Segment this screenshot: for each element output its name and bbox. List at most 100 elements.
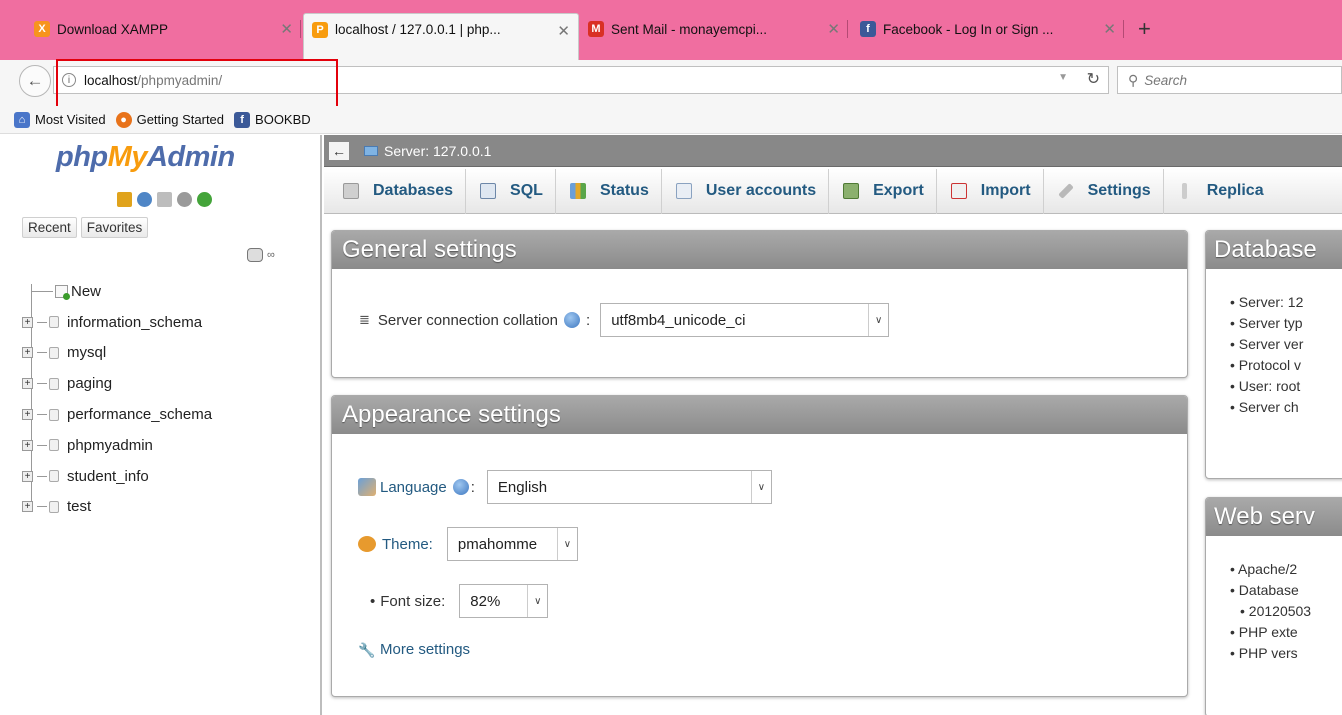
bookmark-bookbd[interactable]: f BOOKBD (234, 111, 311, 128)
home-icon[interactable] (117, 192, 132, 207)
search-placeholder: Search (1144, 72, 1188, 88)
logout-icon[interactable] (137, 192, 152, 207)
list-item: Server ch (1230, 397, 1303, 418)
database-tree: New + information_schema + mysql + pagin… (22, 276, 212, 522)
wrench-icon (1057, 183, 1074, 199)
link-icon[interactable]: ∞ (267, 249, 275, 261)
breadcrumb[interactable]: Server: 127.0.0.1 (364, 143, 491, 159)
more-settings-link[interactable]: More settings (380, 641, 470, 658)
tab-label: SQL (510, 182, 543, 199)
list-icon: ≣ (359, 312, 370, 327)
gear-icon[interactable] (177, 192, 192, 207)
phpmyadmin-logo[interactable]: phpMyAdmin (56, 141, 235, 174)
quick-icons (117, 192, 212, 207)
tab-facebook[interactable]: f Facebook - Log In or Sign ... ✕ (852, 14, 1124, 44)
collapse-all-icon[interactable] (247, 248, 263, 262)
bullet: • (370, 592, 376, 610)
database-icon (49, 346, 59, 359)
phpmyadmin-icon: P (312, 22, 328, 38)
search-input[interactable]: ⚲ Search (1117, 66, 1342, 94)
expand-icon[interactable]: + (22, 347, 33, 359)
bookmark-getting-started[interactable]: ● Getting Started (115, 111, 225, 128)
list-item: Database (1230, 580, 1311, 601)
collapse-panel-button[interactable]: ← (328, 140, 350, 161)
tree-item-database[interactable]: + test (22, 492, 212, 523)
tab-label: Settings (1087, 182, 1151, 199)
tree-item-label: New (71, 282, 102, 300)
tree-controls: ∞ (247, 248, 275, 262)
close-icon[interactable]: ✕ (1103, 20, 1116, 38)
list-item: PHP vers (1230, 643, 1311, 664)
browser-tab-strip: X Download XAMPP ✕ P localhost / 127.0.0… (0, 0, 1342, 60)
favorites-button[interactable]: Favorites (80, 217, 149, 238)
tab-export[interactable]: Export (829, 168, 937, 214)
bookmark-label: Getting Started (136, 112, 225, 127)
language-label[interactable]: Language (380, 479, 447, 496)
panel-title: General settings (332, 231, 1187, 269)
language-select[interactable]: English ∨ (486, 470, 772, 504)
database-icon (49, 316, 59, 329)
url-highlight-box (56, 59, 338, 108)
users-icon (675, 183, 692, 199)
colon: : (470, 478, 475, 496)
xampp-icon: X (34, 21, 50, 37)
tree-item-database[interactable]: + performance_schema (22, 399, 212, 430)
theme-label[interactable]: Theme: (382, 536, 433, 553)
expand-icon[interactable]: + (22, 439, 33, 451)
tree-item-new[interactable]: New (22, 276, 212, 307)
tab-user-accounts[interactable]: User accounts (662, 168, 830, 214)
back-button[interactable]: ← (19, 65, 51, 97)
tab-title: Sent Mail - monayemcpi... (611, 21, 768, 37)
font-size-label: Font size: (380, 592, 446, 610)
tab-databases[interactable]: Databases (329, 168, 467, 214)
search-icon: ⚲ (1128, 71, 1139, 88)
tab-label: Import (980, 182, 1031, 199)
expand-icon[interactable]: + (22, 378, 33, 390)
close-icon[interactable]: ✕ (827, 20, 840, 38)
tree-item-database[interactable]: + mysql (22, 338, 212, 369)
tree-item-database[interactable]: + student_info (22, 461, 212, 492)
gmail-icon: M (588, 21, 604, 37)
help-icon[interactable] (564, 312, 581, 328)
tab-sql[interactable]: SQL (466, 168, 556, 214)
recent-favorites-tabs: Recent Favorites (22, 217, 152, 238)
expand-icon[interactable]: + (22, 501, 33, 513)
database-name: mysql (67, 344, 107, 362)
tree-item-database[interactable]: + information_schema (22, 307, 212, 338)
recent-button[interactable]: Recent (22, 217, 77, 238)
chevron-down-icon: ∨ (750, 471, 771, 503)
tab-replication[interactable]: Replica (1164, 169, 1276, 214)
tab-import[interactable]: Import (937, 168, 1044, 214)
panel-divider[interactable] (320, 135, 322, 715)
tree-connector (37, 506, 47, 508)
tab-phpmyadmin[interactable]: P localhost / 127.0.0.1 | php... ✕ (303, 13, 579, 60)
new-tab-button[interactable]: + (1138, 14, 1151, 44)
font-size-value: 82% (470, 592, 501, 610)
list-item: Server: 12 (1230, 292, 1304, 313)
replication-icon (1181, 183, 1187, 199)
most-visited-icon: ⌂ (14, 111, 30, 128)
close-icon[interactable]: ✕ (280, 20, 293, 38)
language-icon (358, 478, 376, 496)
reload-icon[interactable] (197, 192, 212, 207)
tab-download-xampp[interactable]: X Download XAMPP ✕ (26, 14, 301, 44)
expand-icon[interactable]: + (22, 316, 33, 328)
export-icon (843, 183, 860, 199)
font-size-select[interactable]: 82% ∨ (459, 584, 549, 618)
tab-settings[interactable]: Settings (1044, 168, 1164, 214)
general-settings-panel: General settings ≣ Server connection col… (331, 230, 1188, 378)
help-icon[interactable] (452, 479, 469, 495)
docs-icon[interactable] (157, 192, 172, 207)
expand-icon[interactable]: + (22, 470, 33, 482)
history-dropdown-icon[interactable]: ▼ (1058, 72, 1068, 83)
tab-status[interactable]: Status (556, 168, 662, 214)
tree-item-database[interactable]: + paging (22, 368, 212, 399)
expand-icon[interactable]: + (22, 409, 33, 421)
close-icon[interactable]: ✕ (557, 22, 570, 40)
reload-icon[interactable]: ↻ (1087, 69, 1100, 89)
bookmark-most-visited[interactable]: ⌂ Most Visited (14, 111, 106, 128)
collation-select[interactable]: utf8mb4_unicode_ci ∨ (600, 303, 890, 337)
theme-select[interactable]: pmahomme ∨ (446, 527, 578, 561)
tab-sent-mail[interactable]: M Sent Mail - monayemcpi... ✕ (580, 14, 848, 44)
tree-item-database[interactable]: + phpmyadmin (22, 430, 212, 461)
